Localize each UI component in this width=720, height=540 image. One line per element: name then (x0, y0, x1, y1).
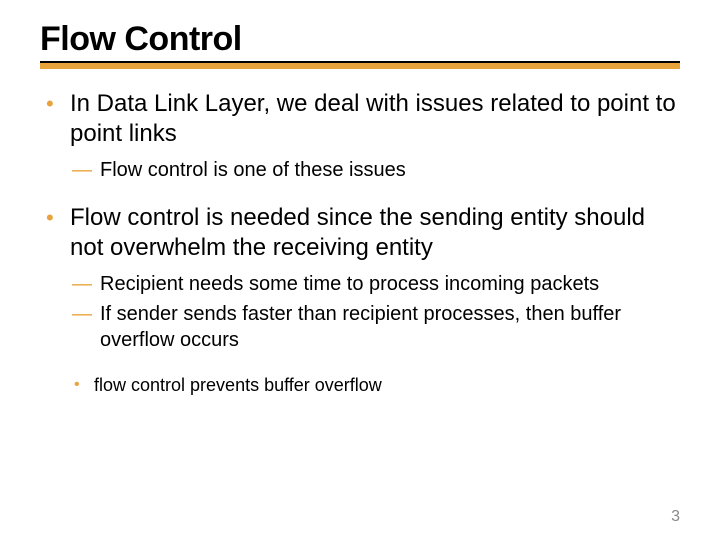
bullet-text: Recipient needs some time to process inc… (100, 271, 599, 297)
dash-icon: — (72, 271, 100, 297)
bullet-text: In Data Link Layer, we deal with issues … (70, 89, 676, 149)
slide-content: • In Data Link Layer, we deal with issue… (40, 75, 680, 397)
list-item: • In Data Link Layer, we deal with issue… (44, 89, 676, 149)
bullet-block: • Flow control is needed since the sendi… (44, 203, 676, 397)
bullet-block: • In Data Link Layer, we deal with issue… (44, 89, 676, 183)
list-item: • flow control prevents buffer overflow (72, 373, 676, 397)
bullet-text: If sender sends faster than recipient pr… (100, 301, 676, 353)
bullet-text: Flow control is needed since the sending… (70, 203, 676, 263)
dash-icon: — (72, 301, 100, 327)
title-block: Flow Control (40, 20, 680, 69)
dash-icon: — (72, 157, 100, 183)
page-number: 3 (671, 508, 680, 526)
bullet-icon: • (44, 203, 70, 233)
bullet-icon: • (72, 373, 94, 397)
slide-title: Flow Control (40, 20, 680, 59)
slide: Flow Control • In Data Link Layer, we de… (0, 0, 720, 540)
list-item: — Recipient needs some time to process i… (72, 271, 676, 297)
bullet-text: flow control prevents buffer overflow (94, 373, 382, 397)
title-accent-bar (40, 63, 680, 69)
list-item: • Flow control is needed since the sendi… (44, 203, 676, 263)
list-item: — If sender sends faster than recipient … (72, 301, 676, 353)
list-item: — Flow control is one of these issues (72, 157, 676, 183)
bullet-text: Flow control is one of these issues (100, 157, 406, 183)
bullet-icon: • (44, 89, 70, 119)
